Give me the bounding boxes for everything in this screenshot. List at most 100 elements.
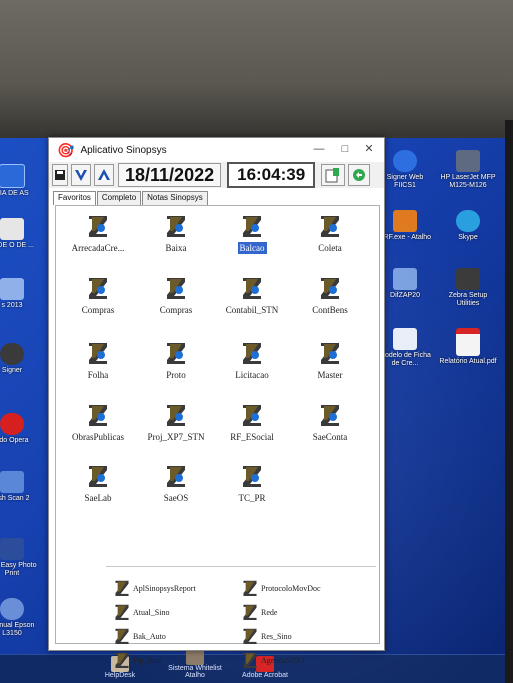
shortcut-item[interactable]: AplSinopsysReport <box>114 579 196 597</box>
shortcut-item[interactable]: Bak_Auto <box>114 627 166 645</box>
taskbar-item-label: Adobe Acrobat <box>242 672 288 679</box>
app-launcher[interactable]: Baixa <box>138 214 214 256</box>
desktop-icon[interactable]: HP LaserJet MFP M125-M126 <box>438 150 498 190</box>
tab-notas-sinopsys[interactable]: Notas Sinopsys <box>142 191 208 205</box>
app-launcher-label: RF_ESocial <box>230 432 274 442</box>
app-launcher[interactable]: SaeLab <box>60 464 136 506</box>
sinopsys-app-icon <box>89 278 107 299</box>
app-launcher-label: ArrecadaCre... <box>71 243 125 253</box>
sinopsys-app-icon <box>167 466 185 487</box>
return-button[interactable] <box>348 164 371 186</box>
tab-favoritos[interactable]: Favoritos <box>53 191 96 205</box>
taskbar-item-label: Sistema Whitelist Atalho <box>168 665 222 679</box>
sinopsys-app-icon <box>243 604 257 620</box>
shortcut-label: AgendaSINO <box>261 655 305 665</box>
return-icon <box>353 169 366 181</box>
sinopsys-app-icon <box>115 628 129 644</box>
app-launcher[interactable]: SaeConta <box>292 403 368 445</box>
desktop-icon[interactable]: Signer <box>0 343 42 375</box>
sinopsys-app-icon <box>243 580 257 596</box>
app-launcher[interactable]: ContBens <box>292 276 368 318</box>
app-launcher[interactable]: ArrecadaCre... <box>60 214 136 256</box>
shortcut-item[interactable]: AgendaSINO <box>242 651 305 669</box>
sinopsys-app-icon <box>89 216 107 237</box>
app-launcher-label: Proto <box>166 370 186 380</box>
sinopsys-app-icon <box>243 216 261 237</box>
desktop-icon[interactable]: ado Opera <box>0 413 42 445</box>
shortcut-item[interactable]: Rede <box>242 603 277 621</box>
desktop-icon-label: Skype <box>458 234 478 241</box>
room-wall <box>0 0 513 150</box>
app-launcher-label: Compras <box>159 305 193 315</box>
time-display: 16:04:39 <box>227 162 316 188</box>
edit-note-button[interactable] <box>321 164 346 186</box>
app-launcher[interactable]: Folha <box>60 341 136 383</box>
app-launcher[interactable]: SaeOS <box>138 464 214 506</box>
app-launcher[interactable]: ObrasPublicas <box>60 403 136 445</box>
maximize-button[interactable]: □ <box>334 141 356 157</box>
desktop-icon[interactable]: VIA DE AS <box>0 164 42 198</box>
desktop-icon-label: Signer <box>1 367 23 374</box>
sinopsys-app-icon <box>167 278 185 299</box>
shortcut-label: AplSinopsysReport <box>133 583 196 593</box>
app-launcher-label: Baixa <box>165 243 187 253</box>
sinopsys-app-icon <box>243 466 261 487</box>
divider <box>106 566 376 567</box>
shortcut-item[interactable]: Atual_Sino <box>114 603 169 621</box>
app-launcher-label: Folha <box>87 370 109 380</box>
desktop-icon[interactable]: Relatório Atual.pdf <box>438 328 498 366</box>
arrow-up-icon <box>98 169 110 180</box>
shortcut-label: ProtocoloMovDoc <box>261 583 321 593</box>
arrow-up-button[interactable] <box>94 164 114 186</box>
app-launcher[interactable]: RF_ESocial <box>214 403 290 445</box>
app-launcher[interactable]: Proj_XP7_STN <box>138 403 214 445</box>
sinopsys-app-icon <box>167 216 185 237</box>
app-launcher-label: Coleta <box>318 243 342 253</box>
taskbar-item-label: HelpDesk <box>104 672 136 679</box>
app-icon: 🎯 <box>57 141 75 158</box>
minimize-button[interactable]: — <box>308 141 330 157</box>
desktop-icon[interactable]: xon Easy Photo Print <box>0 538 42 578</box>
tab-completo[interactable]: Completo <box>96 191 142 205</box>
app-launcher-label: Master <box>317 370 343 380</box>
desktop-icon-label: HP LaserJet MFP M125-M126 <box>440 174 496 189</box>
sinopsys-app-icon <box>89 405 107 426</box>
app-launcher[interactable]: Licitacao <box>214 341 290 383</box>
app-launcher[interactable]: Proto <box>138 341 214 383</box>
app-launcher[interactable]: Balcao <box>214 214 290 256</box>
monitor-bezel <box>505 120 513 683</box>
desktop-icon[interactable]: s 2013 <box>0 278 42 310</box>
desktop-icon-label: Zebra Setup Utilities <box>448 292 488 307</box>
arrow-down-button[interactable] <box>71 164 91 186</box>
app-launcher[interactable]: Master <box>292 341 368 383</box>
app-launcher[interactable]: Compras <box>60 276 136 318</box>
app-launcher-label: Balcao <box>237 242 267 254</box>
app-launcher-label: Contabil_STN <box>225 305 279 315</box>
app-launcher[interactable]: TC_PR <box>214 464 290 506</box>
shortcut-item[interactable]: Res_Sino <box>242 627 292 645</box>
title-bar[interactable]: 🎯 Aplicativo Sinopsys — □ ✕ <box>49 138 384 162</box>
desktop-icon-label: Manual Epson L3150 <box>0 622 35 637</box>
sinopsys-app-icon <box>167 405 185 426</box>
taskbar-item[interactable]: Sistema Whitelist Atalho <box>165 649 225 679</box>
app-launcher-label: SaeConta <box>312 432 348 442</box>
app-launcher[interactable]: Contabil_STN <box>214 276 290 318</box>
desktop-icon[interactable]: O DE O DE ... <box>0 218 42 250</box>
shortcut-item[interactable]: Ftp_Sino <box>114 651 162 669</box>
save-button[interactable] <box>52 164 68 186</box>
desktop-icon[interactable]: Manual Epson L3150 <box>0 598 42 638</box>
desktop-icon[interactable]: Zebra Setup Utilities <box>438 268 498 308</box>
desktop-icon-label: s 2013 <box>1 302 23 309</box>
sinopsys-app-icon <box>243 278 261 299</box>
desktop-icon-label: VIA DE AS <box>0 190 29 197</box>
shortcut-item[interactable]: ProtocoloMovDoc <box>242 579 321 597</box>
sinopsys-app-icon <box>115 580 129 596</box>
shortcut-label: Rede <box>261 607 278 617</box>
window-title: Aplicativo Sinopsys <box>80 144 167 156</box>
desktop-icon[interactable]: Skype <box>438 210 498 242</box>
desktop-icon[interactable]: ash Scan 2 <box>0 471 42 503</box>
app-launcher[interactable]: Coleta <box>292 214 368 256</box>
app-launcher[interactable]: Compras <box>138 276 214 318</box>
close-button[interactable]: ✕ <box>358 141 380 157</box>
desktop-icon-label: O DE O DE ... <box>0 242 34 249</box>
